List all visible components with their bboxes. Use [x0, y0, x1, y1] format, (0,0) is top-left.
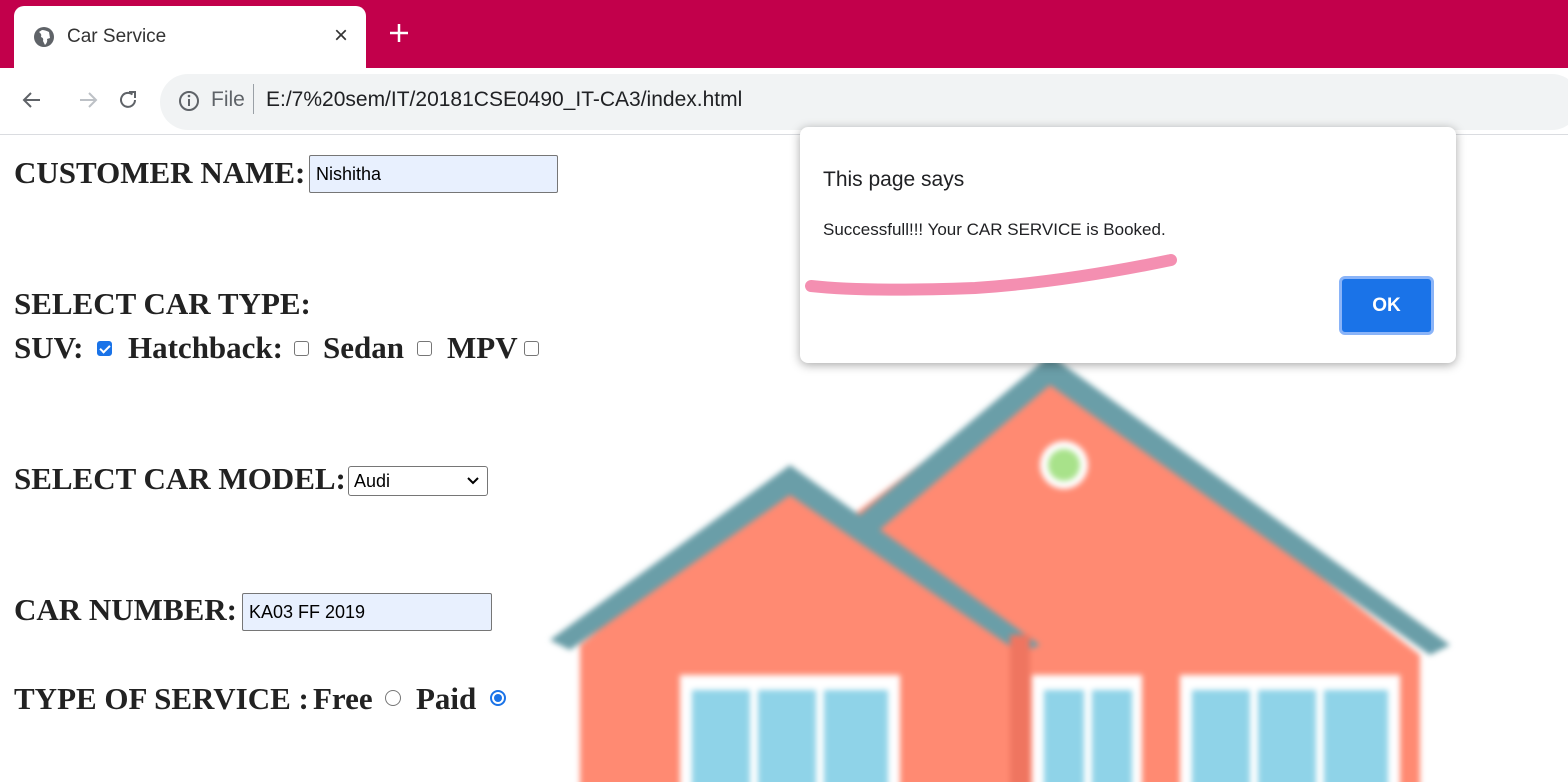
- mpv-checkbox[interactable]: [524, 341, 539, 356]
- url-separator: [253, 84, 254, 114]
- tab-close-icon[interactable]: ×: [334, 24, 348, 48]
- new-tab-icon[interactable]: [388, 22, 410, 44]
- tab-strip: Car Service ×: [0, 0, 1568, 68]
- globe-icon: [34, 27, 54, 47]
- service-paid-label: Paid: [416, 681, 477, 716]
- car-model-selected-value: Audi: [354, 471, 391, 491]
- car-type-mpv-label: MPV: [447, 330, 518, 365]
- tab-title: Car Service: [67, 26, 167, 47]
- paid-radio[interactable]: [490, 690, 506, 706]
- car-model-select[interactable]: Audi: [348, 466, 488, 496]
- suv-checkbox[interactable]: [97, 341, 112, 356]
- car-type-suv-label: SUV:: [14, 330, 84, 365]
- service-free-label: Free: [313, 681, 373, 716]
- browser-toolbar: File E:/7%20sem/IT/20181CSE0490_IT-CA3/i…: [0, 68, 1568, 135]
- sedan-checkbox[interactable]: [417, 341, 432, 356]
- back-arrow-icon[interactable]: [20, 88, 44, 112]
- car-type-hatchback-label: Hatchback:: [128, 330, 283, 365]
- dialog-title: This page says: [823, 168, 965, 191]
- car-number-input[interactable]: KA03 FF 2019: [242, 593, 492, 631]
- free-radio[interactable]: [385, 690, 401, 706]
- tab-car-service[interactable]: Car Service ×: [14, 6, 366, 68]
- url-scheme-label: File: [211, 88, 245, 111]
- service-type-label: TYPE OF SERVICE :: [14, 681, 309, 716]
- hatchback-checkbox[interactable]: [294, 341, 309, 356]
- forward-arrow-icon[interactable]: [76, 88, 100, 112]
- reload-icon[interactable]: [116, 88, 140, 112]
- url-text[interactable]: E:/7%20sem/IT/20181CSE0490_IT-CA3/index.…: [266, 88, 742, 112]
- alert-dialog: This page says Successfull!!! Your CAR S…: [800, 127, 1456, 363]
- car-type-label: SELECT CAR TYPE:: [14, 286, 311, 321]
- car-model-label: SELECT CAR MODEL:: [14, 461, 346, 496]
- chevron-down-icon: [467, 477, 479, 485]
- pink-highlight-mark: [805, 254, 1177, 296]
- info-icon[interactable]: [178, 90, 200, 112]
- car-number-label: CAR NUMBER:: [14, 592, 238, 627]
- customer-name-label: CUSTOMER NAME:: [14, 155, 306, 190]
- ok-button[interactable]: OK: [1339, 276, 1434, 335]
- car-type-sedan-label: Sedan: [323, 330, 404, 365]
- customer-name-input[interactable]: Nishitha: [309, 155, 558, 193]
- house-background-image: [550, 355, 1450, 782]
- dialog-message: Successfull!!! Your CAR SERVICE is Booke…: [823, 220, 1166, 239]
